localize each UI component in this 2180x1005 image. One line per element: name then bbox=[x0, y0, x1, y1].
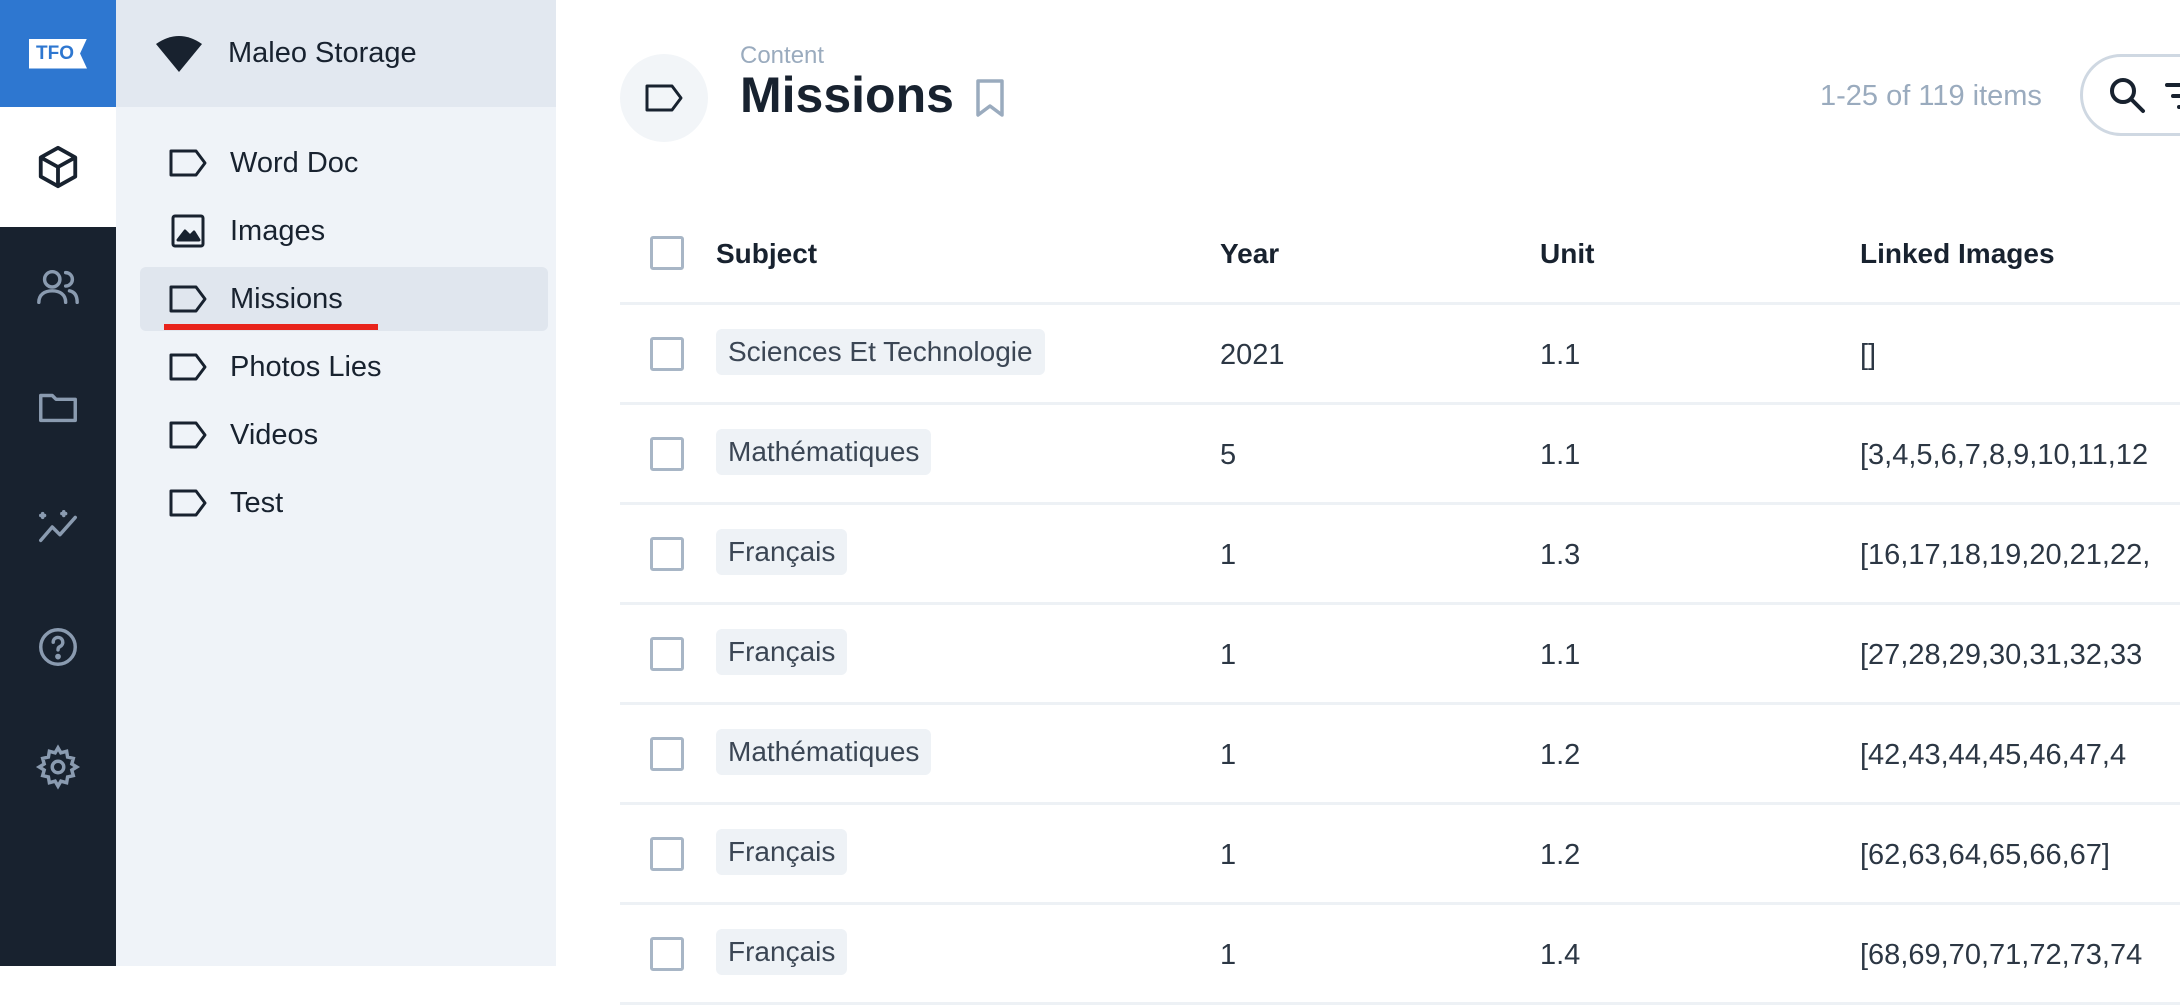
folder-icon bbox=[39, 393, 77, 423]
storage-header[interactable]: Maleo Storage bbox=[116, 0, 556, 107]
unit-cell: 1.4 bbox=[1540, 939, 1581, 971]
sidebar-item-label: Videos bbox=[230, 418, 319, 451]
tag-icon bbox=[169, 421, 207, 449]
search-filter-pill bbox=[2080, 54, 2180, 136]
table-row[interactable]: Français 1 1.2 [62,63,64,65,66,67] bbox=[620, 805, 2180, 905]
tag-icon bbox=[169, 285, 207, 313]
unit-cell: 1.1 bbox=[1540, 339, 1581, 371]
rail-item-analytics[interactable] bbox=[0, 467, 116, 587]
unit-cell: 1.2 bbox=[1540, 739, 1581, 771]
sidebar-item-test[interactable]: Test bbox=[140, 471, 548, 535]
subject-tag: Français bbox=[716, 829, 848, 875]
icon-rail: TFO bbox=[0, 0, 116, 966]
row-checkbox[interactable] bbox=[650, 737, 684, 771]
row-checkbox[interactable] bbox=[650, 637, 684, 671]
collection-menu: Word Doc Images Missions Photos Lies Vid… bbox=[140, 131, 548, 539]
row-checkbox[interactable] bbox=[650, 537, 684, 571]
help-icon bbox=[39, 628, 77, 666]
row-checkbox[interactable] bbox=[650, 437, 684, 471]
year-cell: 5 bbox=[1220, 439, 1237, 471]
subject-tag: Mathématiques bbox=[716, 429, 932, 475]
bookmark-icon[interactable] bbox=[974, 78, 1006, 118]
missions-table: Subject Year Unit Linked Images Sciences… bbox=[620, 204, 2180, 1005]
gear-icon bbox=[35, 744, 81, 790]
tag-icon bbox=[169, 149, 207, 177]
rail-item-media[interactable] bbox=[0, 347, 116, 467]
sidebar-item-label: Photos Lies bbox=[230, 350, 382, 383]
collection-icon bbox=[620, 54, 708, 142]
unit-cell: 1.3 bbox=[1540, 539, 1581, 571]
unit-cell: 1.1 bbox=[1540, 439, 1581, 471]
users-icon bbox=[37, 269, 79, 305]
select-all-checkbox[interactable] bbox=[650, 236, 684, 270]
year-cell: 1 bbox=[1220, 639, 1237, 671]
sidebar-item-label: Images bbox=[230, 214, 326, 247]
row-checkbox[interactable] bbox=[650, 337, 684, 371]
column-header-unit[interactable]: Unit bbox=[1540, 238, 1594, 270]
linked-images-cell: [62,63,64,65,66,67] bbox=[1860, 839, 2110, 871]
tag-icon bbox=[169, 353, 207, 381]
rail-item-help[interactable] bbox=[0, 587, 116, 707]
linked-images-cell: [27,28,29,30,31,32,33 bbox=[1860, 639, 2143, 671]
page-title: Missions bbox=[740, 67, 954, 123]
sidebar-item-images[interactable]: Images bbox=[140, 199, 548, 263]
column-header-linked-images[interactable]: Linked Images bbox=[1860, 238, 2160, 270]
app-logo[interactable]: TFO bbox=[0, 0, 116, 107]
linked-images-cell: [42,43,44,45,46,47,4 bbox=[1860, 739, 2127, 771]
storage-name: Maleo Storage bbox=[228, 37, 417, 69]
table-row[interactable]: Mathématiques 5 1.1 [3,4,5,6,7,8,9,10,11… bbox=[620, 405, 2180, 505]
cube-icon bbox=[38, 145, 78, 189]
main-content: Content Missions 1-25 of 119 items Subje… bbox=[556, 0, 2180, 1005]
rail-item-settings[interactable] bbox=[0, 707, 116, 827]
sidebar-item-photos-lies[interactable]: Photos Lies bbox=[140, 335, 548, 399]
linked-images-cell: [3,4,5,6,7,8,9,10,11,12 bbox=[1860, 439, 2149, 471]
tag-icon bbox=[645, 84, 683, 112]
subject-tag: Français bbox=[716, 529, 848, 575]
year-cell: 1 bbox=[1220, 939, 1237, 971]
year-cell: 1 bbox=[1220, 739, 1237, 771]
year-cell: 1 bbox=[1220, 539, 1237, 571]
analytics-icon bbox=[39, 509, 77, 543]
table-row[interactable]: Français 1 1.1 [27,28,29,30,31,32,33 bbox=[620, 605, 2180, 705]
linked-images-cell: [68,69,70,71,72,73,74 bbox=[1860, 939, 2143, 971]
subject-tag: Français bbox=[716, 929, 848, 975]
column-header-year[interactable]: Year bbox=[1220, 238, 1279, 270]
column-header-subject[interactable]: Subject bbox=[716, 238, 817, 270]
row-checkbox[interactable] bbox=[650, 837, 684, 871]
logo-badge: TFO bbox=[29, 38, 87, 69]
subject-tag: Sciences Et Technologie bbox=[716, 329, 1045, 375]
linked-images-cell: [16,17,18,19,20,21,22, bbox=[1860, 539, 2151, 571]
sidebar-item-label: Word Doc bbox=[230, 146, 359, 179]
tag-icon bbox=[169, 489, 207, 517]
sidebar-item-missions[interactable]: Missions bbox=[140, 267, 548, 331]
filter-icon[interactable] bbox=[2163, 79, 2180, 113]
table-row[interactable]: Sciences Et Technologie 2021 1.1 [] bbox=[620, 305, 2180, 405]
rail-item-users[interactable] bbox=[0, 227, 116, 347]
sidebar-item-videos[interactable]: Videos bbox=[140, 403, 548, 467]
unit-cell: 1.2 bbox=[1540, 839, 1581, 871]
item-count: 1-25 of 119 items bbox=[1820, 80, 2042, 112]
table-row[interactable]: Français 1 1.3 [16,17,18,19,20,21,22, bbox=[620, 505, 2180, 605]
table-header: Subject Year Unit Linked Images bbox=[620, 204, 2180, 305]
unit-cell: 1.1 bbox=[1540, 639, 1581, 671]
image-icon bbox=[171, 214, 205, 248]
year-cell: 2021 bbox=[1220, 339, 1285, 371]
search-icon[interactable] bbox=[2107, 75, 2147, 115]
subject-tag: Mathématiques bbox=[716, 729, 932, 775]
storage-logo-icon bbox=[156, 35, 202, 72]
rail-item-content[interactable] bbox=[0, 107, 116, 227]
subject-tag: Français bbox=[716, 629, 848, 675]
table-row[interactable]: Français 1 1.4 [68,69,70,71,72,73,74 bbox=[620, 905, 2180, 1005]
sidebar-item-label: Missions bbox=[230, 282, 343, 315]
sidebar-item-label: Test bbox=[230, 486, 284, 519]
linked-images-cell: [] bbox=[1860, 339, 1877, 371]
active-item-underline bbox=[164, 324, 378, 330]
table-row[interactable]: Mathématiques 1 1.2 [42,43,44,45,46,47,4 bbox=[620, 705, 2180, 805]
year-cell: 1 bbox=[1220, 839, 1237, 871]
sidebar-item-word-doc[interactable]: Word Doc bbox=[140, 131, 548, 195]
collection-sidebar: Maleo Storage Word Doc Images Missions P… bbox=[116, 0, 556, 966]
